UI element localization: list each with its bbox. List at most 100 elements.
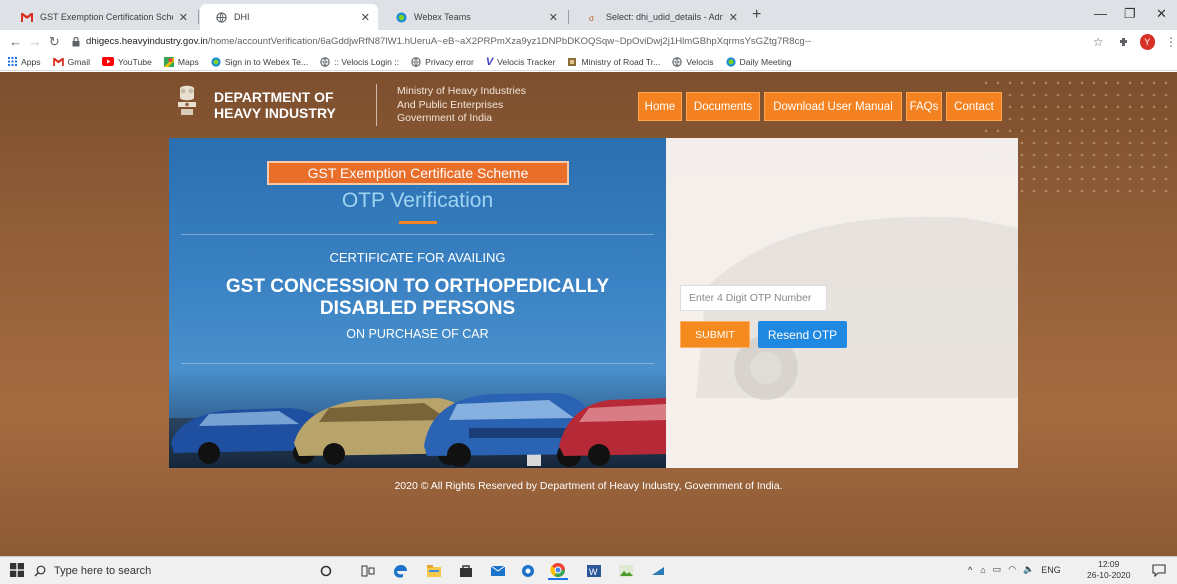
maps-icon (163, 56, 174, 67)
otp-form-panel: Enter 4 Digit OTP Number SUBMIT Resend O… (666, 138, 1018, 468)
scheme-banner: GST Exemption Certificate Scheme OTP Ver… (169, 138, 666, 468)
forward-button[interactable]: → (25, 34, 44, 49)
chevron-up-icon[interactable]: ^ (968, 565, 972, 575)
bookmark-daily-meeting[interactable]: Daily Meeting (725, 56, 792, 67)
globe-icon (320, 56, 330, 67)
task-view-icon[interactable] (358, 562, 378, 580)
bookmark-label: Sign in to Webex Te... (224, 56, 309, 67)
dept-line: DEPARTMENT OF (214, 89, 334, 105)
close-icon[interactable]: ✕ (549, 11, 558, 24)
file-explorer-icon[interactable] (424, 562, 444, 580)
bookmark-gmail[interactable]: Gmail (52, 57, 90, 67)
cars-image (169, 358, 666, 468)
submit-button[interactable]: SUBMIT (680, 321, 750, 348)
bookmark-velocis-tracker[interactable]: V Velocis Tracker (486, 56, 556, 68)
language-indicator[interactable]: ENG (1041, 565, 1061, 575)
bookmark-label: Maps (177, 56, 199, 67)
word-icon[interactable]: W (584, 562, 604, 580)
media-app-icon[interactable] (648, 562, 668, 580)
bookmark-maps[interactable]: Maps (163, 56, 199, 67)
mail-icon[interactable] (488, 562, 508, 580)
tab-strip: GST Exemption Certification Sche ✕ DHI ✕… (0, 0, 1177, 30)
notification-icon[interactable] (1152, 563, 1166, 577)
edge-icon[interactable] (390, 562, 410, 580)
ministry-line: Government of India (397, 112, 493, 124)
tab-dhi[interactable]: DHI ✕ (200, 4, 378, 30)
chrome-icon[interactable] (548, 562, 568, 580)
back-button[interactable]: ← (6, 34, 25, 49)
battery-icon[interactable]: ▭ (993, 564, 1002, 575)
reload-button[interactable]: ↻ (45, 34, 64, 50)
close-window-button[interactable]: ✕ (1156, 6, 1167, 22)
bookmarks-bar: Apps Gmail YouTube Maps Sign in to Webex… (0, 53, 1177, 71)
department-title[interactable]: DEPARTMENT OF HEAVY INDUSTRY (214, 89, 336, 121)
svg-text:σ: σ (588, 14, 593, 23)
national-emblem-icon (172, 84, 202, 120)
windows-start-icon[interactable] (10, 563, 24, 577)
maximize-button[interactable]: ❐ (1124, 6, 1136, 22)
bookmark-label: :: Velocis Login :: (334, 56, 400, 67)
close-icon[interactable]: ✕ (361, 11, 370, 24)
bookmark-webex[interactable]: Sign in to Webex Te... (211, 57, 308, 67)
tab-admin[interactable]: σ Select: dhi_udid_details - Admini ✕ (572, 4, 746, 30)
bookmark-velocis[interactable]: Velocis (672, 56, 714, 67)
bookmark-privacy-error[interactable]: Privacy error (411, 57, 474, 67)
certificate-headline: GST CONCESSION TO ORTHOPEDICALLY DISABLE… (169, 276, 666, 320)
new-tab-button[interactable]: + (752, 6, 761, 24)
cortana-icon[interactable] (316, 562, 336, 580)
title-underline (399, 221, 437, 224)
app-icon: σ (586, 12, 600, 23)
network-icon[interactable]: ⌂ (980, 565, 985, 575)
page-footer: 2020 © All Rights Reserved by Department… (394, 480, 783, 492)
tab-title: Webex Teams (414, 12, 471, 22)
nav-download-manual[interactable]: Download User Manual (764, 92, 902, 121)
bookmark-apps[interactable]: Apps (8, 57, 41, 67)
bookmark-youtube[interactable]: YouTube (102, 57, 152, 67)
star-icon[interactable]: ☆ (1093, 35, 1104, 49)
scheme-title: GST Exemption Certificate Scheme (267, 161, 569, 185)
address-bar[interactable]: dhigecs.heavyindustry.gov.in/home/accoun… (86, 36, 1063, 47)
menu-icon[interactable]: ⋮ (1165, 35, 1177, 49)
close-icon[interactable]: ✕ (179, 11, 188, 24)
tab-gst[interactable]: GST Exemption Certification Sche ✕ (6, 4, 196, 30)
nav-documents[interactable]: Documents (686, 92, 760, 121)
globe-icon (214, 11, 228, 23)
extensions-icon[interactable] (1118, 36, 1130, 48)
globe-icon (411, 56, 421, 67)
resend-otp-button[interactable]: Resend OTP (758, 321, 847, 348)
tab-title: Select: dhi_udid_details - Admini (606, 12, 723, 22)
bookmark-ministry-road[interactable]: Ministry of Road Tr... (567, 57, 660, 67)
otp-input[interactable]: Enter 4 Digit OTP Number (680, 285, 827, 311)
velocis-v-icon: V (485, 55, 494, 68)
bookmark-velocis-login[interactable]: :: Velocis Login :: (320, 57, 399, 67)
bookmark-label: Velocis (686, 56, 714, 67)
clock[interactable]: 12:09 26-10-2020 (1087, 559, 1130, 581)
image-app-icon[interactable] (616, 562, 636, 580)
gmail-icon (52, 57, 64, 66)
tab-title: GST Exemption Certification Sche (40, 12, 173, 22)
web-page: DEPARTMENT OF HEAVY INDUSTRY Ministry of… (0, 72, 1177, 556)
bookmark-label: Daily Meeting (739, 56, 792, 67)
clock-date: 26-10-2020 (1087, 570, 1131, 580)
store-icon[interactable] (456, 562, 476, 580)
search-placeholder: Type here to search (54, 565, 152, 577)
profile-avatar[interactable]: Y (1139, 33, 1155, 50)
minimize-button[interactable]: — (1094, 6, 1107, 21)
bookmark-label: Velocis Tracker (497, 56, 556, 67)
ministry-line: Ministry of Heavy Industries (397, 85, 526, 97)
apps-grid-icon (8, 57, 17, 66)
nav-home[interactable]: Home (638, 92, 682, 121)
volume-icon[interactable]: 🔈 (1023, 564, 1034, 575)
nav-contact[interactable]: Contact (946, 92, 1002, 121)
svg-text:W: W (589, 567, 598, 577)
app-icon[interactable] (518, 562, 538, 580)
wifi-icon[interactable]: ◠ (1008, 564, 1016, 575)
close-icon[interactable]: ✕ (729, 11, 738, 24)
nav-faqs[interactable]: FAQs (906, 92, 942, 121)
search-icon (34, 565, 46, 577)
webex-icon (725, 56, 736, 67)
tab-webex[interactable]: Webex Teams ✕ (380, 4, 566, 30)
divider (181, 234, 654, 235)
tab-divider (568, 10, 569, 24)
taskbar-search[interactable]: Type here to search (34, 560, 314, 582)
